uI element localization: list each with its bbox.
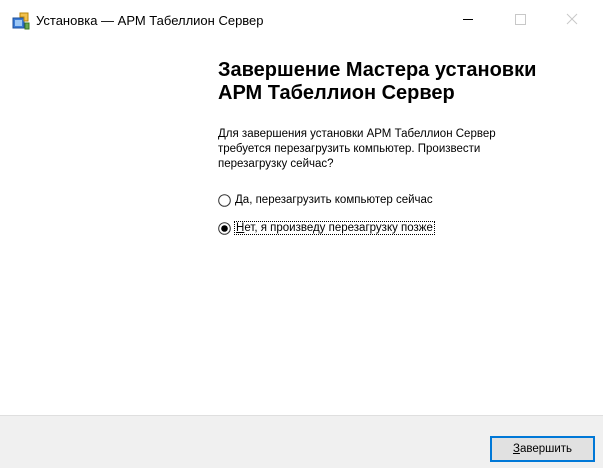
wizard-content: Завершение Мастера установки АРМ Табелли… (218, 38, 588, 415)
maximize-button[interactable] (502, 6, 538, 32)
wizard-side-panel (0, 38, 208, 415)
title-bar[interactable]: Установка — АРМ Табеллион Сервер (0, 0, 603, 38)
close-button[interactable] (554, 6, 590, 32)
restart-later-label-text: ет, я произведу перезагрузку позже (244, 222, 433, 234)
minimize-icon (463, 19, 473, 20)
description-text: Для завершения установки АРМ Табеллион С… (218, 128, 496, 170)
restart-later-label: Нет, я произведу перезагрузку позже (234, 221, 435, 235)
wizard-footer: Завершить (0, 415, 603, 468)
restart-now-option[interactable]: Да, перезагрузить компьютер сейчас (218, 191, 433, 209)
page-title-line1: Завершение Мастера установки (218, 59, 537, 81)
radio-unchecked-icon[interactable] (218, 193, 231, 207)
restart-now-label-text: а, перезагрузить компьютер сейчас (242, 194, 433, 206)
maximize-icon (515, 14, 526, 25)
finish-hotkey: З (512, 443, 520, 455)
finish-button[interactable]: Завершить (490, 436, 595, 462)
close-icon (566, 13, 578, 25)
restart-now-hotkey: Д (235, 194, 243, 206)
window-title: Установка — АРМ Табеллион Сервер (36, 13, 264, 28)
minimize-button[interactable] (450, 6, 486, 32)
page-title: Завершение Мастера установки АРМ Табелли… (218, 59, 588, 105)
restart-later-option[interactable]: Нет, я произведу перезагрузку позже (218, 219, 435, 237)
restart-now-label: Да, перезагрузить компьютер сейчас (235, 194, 433, 206)
installer-icon (12, 12, 30, 30)
radio-checked-icon[interactable] (218, 221, 231, 235)
page-title-line2: АРМ Табеллион Сервер (218, 82, 455, 104)
installer-window: Установка — АРМ Табеллион Сервер Заверше… (0, 0, 603, 468)
finish-label: авершить (519, 443, 573, 455)
